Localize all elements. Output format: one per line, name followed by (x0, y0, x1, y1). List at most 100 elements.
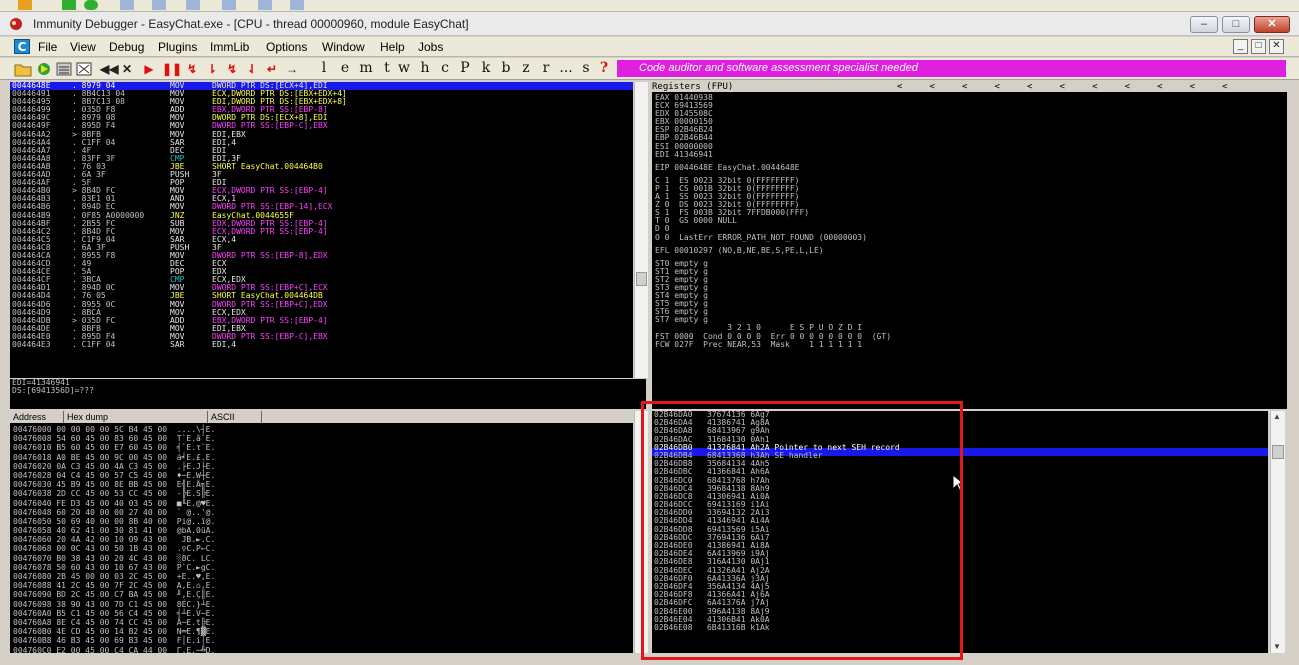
close-button[interactable]: ✕ (1254, 16, 1290, 33)
step-over-icon[interactable]: ⇂ (204, 60, 220, 78)
hardware-breakpoints-button[interactable]: z (520, 60, 532, 78)
memory-map-button[interactable]: m (359, 60, 373, 78)
mdi-minimize-button[interactable]: _ (1233, 39, 1248, 54)
play-icon[interactable]: ▶ (142, 60, 156, 78)
folder-icon[interactable] (18, 0, 32, 10)
toolbar: ◀◀ ✕ ▶ ❚❚ ↯ ⇂ ↯ ⇃ ↵ → l e m t w h c P k … (0, 58, 1299, 80)
threads-button[interactable]: t (381, 60, 393, 78)
dump-row: 00476058 40 62 41 00 30 81 41 00 @bA.0üA… (13, 526, 216, 536)
instruction-text: JBE SHORT EasyChat.004464B0 (170, 161, 347, 171)
instruction-text: ADD EBX,DWORD PTR SS:[EBP-4] (170, 316, 347, 325)
menu-window[interactable]: Window (322, 40, 365, 54)
window-icon[interactable] (152, 0, 166, 10)
refresh-icon[interactable] (84, 0, 98, 10)
list-icon[interactable] (56, 60, 72, 78)
dump-row: 00476068 00 0C 43 00 50 1B 43 00 .♀C.P←C… (13, 544, 216, 554)
dump-row: 00476070 B0 38 43 00 20 4C 43 00 ░8C. LC… (13, 553, 216, 563)
dump-row: 00476050 50 69 40 00 00 8B 40 00 Pi@..ï@… (13, 516, 216, 526)
register-line: EIP 0044648E EasyChat.0044648E (655, 162, 800, 172)
menu-options[interactable]: Options (266, 40, 307, 54)
mdi-close-button[interactable]: ✕ (1269, 39, 1284, 54)
instruction-text: MOV DWORD PTR SS:[EBP+C],EDX (170, 300, 347, 309)
dump-header: Address Hex dump ASCII (10, 411, 633, 423)
cropped-toolbar-strip (0, 0, 1299, 12)
dump-row: 00476028 04 C4 45 00 57 C5 45 00 ♦─E.W┼E… (13, 470, 216, 480)
patches-button[interactable]: P (459, 60, 471, 78)
hex-column: . 8979 04. 8B4C13 04. 8B7C13 08. 035D F8… (72, 82, 144, 349)
more-button[interactable]: ... (557, 60, 575, 78)
trace-into-icon[interactable]: ↯ (224, 60, 240, 78)
dump-col-address[interactable]: Address (10, 411, 64, 423)
goto-icon[interactable]: → (284, 60, 300, 78)
registers-pane[interactable]: Registers (FPU) < < < < < < < < < < < EAX… (652, 82, 1287, 409)
dump-col-hex[interactable]: Hex dump (64, 411, 208, 423)
scroll-down-icon[interactable]: ▼ (1273, 643, 1283, 651)
menu-debug[interactable]: Debug (109, 40, 144, 54)
app-icon (10, 18, 22, 30)
trace-over-icon[interactable]: ⇃ (244, 60, 260, 78)
dump-row: 00476078 50 60 43 00 10 67 43 00 P`C.►gC… (13, 562, 216, 572)
register-line: FCW 027F Prec NEAR,53 Mask 1 1 1 1 1 1 (655, 339, 863, 349)
dump-row: 00476030 45 B9 45 00 8E BB 45 00 E╣E.Ä╗E… (13, 480, 216, 490)
play-icon[interactable] (62, 0, 76, 10)
window-icon[interactable] (290, 0, 304, 10)
help-button[interactable]: ? (598, 60, 610, 78)
stack-scrollbar[interactable]: ▲ ▼ (1270, 411, 1285, 653)
instruction-text: POP EDX (170, 268, 347, 276)
minimize-button[interactable]: – (1190, 16, 1218, 33)
registers-nav-arrows[interactable]: < < < < < < < < < < < (897, 82, 1228, 92)
run-icon[interactable] (35, 60, 53, 78)
menu-jobs[interactable]: Jobs (418, 40, 443, 54)
dump-row: 00476088 41 2C 45 00 7F 2C 45 00 A,E.⌂,E… (13, 581, 216, 591)
mdi-restore-button[interactable]: □ (1251, 39, 1266, 54)
cpu-window-icon: C (14, 39, 30, 54)
step-into-icon[interactable]: ↯ (184, 60, 200, 78)
dump-row: 00476098 38 90 43 00 7D C1 45 00 8ÉC.}┴E… (13, 599, 216, 609)
instruction-text: PUSH 3F (170, 170, 347, 179)
scroll-up-icon[interactable]: ▲ (1273, 413, 1283, 421)
window-icon[interactable] (222, 0, 236, 10)
log-window-button[interactable]: l (318, 60, 330, 78)
bitmap-icon[interactable] (76, 60, 92, 78)
dump-row: 00476038 2D CC 45 00 53 CC 45 00 -╠E.S╠E… (13, 489, 216, 499)
menu-immlib[interactable]: ImmLib (210, 40, 249, 54)
instruction-operands: SHORT EasyChat.004464B0 (212, 161, 323, 171)
window-icon[interactable] (258, 0, 272, 10)
cpu-button[interactable]: c (439, 60, 451, 78)
hex-dump-pane[interactable]: Address Hex dump ASCII 00476000 00 00 00… (10, 411, 633, 653)
rewind-icon[interactable]: ◀◀ (100, 60, 118, 78)
maximize-button[interactable]: □ (1222, 16, 1250, 33)
scroll-thumb[interactable] (1272, 445, 1284, 459)
scroll-thumb[interactable] (636, 272, 647, 286)
menu-view[interactable]: View (70, 40, 96, 54)
ad-banner[interactable]: Code auditor and software assessment spe… (617, 60, 1286, 77)
window-icon[interactable] (120, 0, 134, 10)
call-stack-button[interactable]: k (480, 60, 492, 78)
dump-col-ascii[interactable]: ASCII (208, 411, 262, 423)
open-icon[interactable] (14, 60, 32, 78)
disassembly-scrollbar[interactable] (634, 82, 648, 378)
dump-rows: 00476000 00 00 00 00 5C B4 45 00 ....\┤E… (13, 425, 215, 653)
instruction-hex: . C1FF 04 (72, 340, 116, 349)
breakpoints-button[interactable]: b (500, 60, 512, 78)
close-icon[interactable]: ✕ (120, 60, 134, 78)
menu-plugins[interactable]: Plugins (158, 40, 197, 54)
windows-button[interactable]: w (397, 60, 411, 78)
menu-help[interactable]: Help (380, 40, 405, 54)
register-line: EFL 00010297 (NO,B,NE,BE,S,PE,L,LE) (655, 245, 824, 255)
source-button[interactable]: s (580, 60, 592, 78)
executable-modules-button[interactable]: e (339, 60, 351, 78)
run-trace-button[interactable]: r (540, 60, 552, 78)
instruction-operands: DWORD PTR SS:[EBP-8],EDX (212, 250, 328, 260)
dump-row: 004760C0 E2 00 45 00 C4 CA 44 00 Γ.E.─╩D… (13, 645, 216, 654)
pause-icon[interactable]: ❚❚ (162, 60, 182, 78)
dump-row: 00476040 FE D3 45 00 40 03 45 00 ■╙E.@♥E… (13, 498, 216, 508)
instruction-address: 004464E3 (12, 340, 51, 349)
menu-file[interactable]: File (38, 40, 57, 54)
disassembly-pane[interactable]: 0044648E 00446491 00446495 00446499 0044649C… (10, 82, 633, 378)
execute-till-return-icon[interactable]: ↵ (264, 60, 280, 78)
window-icon[interactable] (186, 0, 200, 10)
instruction-text: SAR ECX,4 (170, 235, 347, 244)
handles-button[interactable]: h (419, 60, 431, 78)
dump-row: 00476020 0A C3 45 00 4A C3 45 00 .├E.J├E… (13, 461, 216, 471)
